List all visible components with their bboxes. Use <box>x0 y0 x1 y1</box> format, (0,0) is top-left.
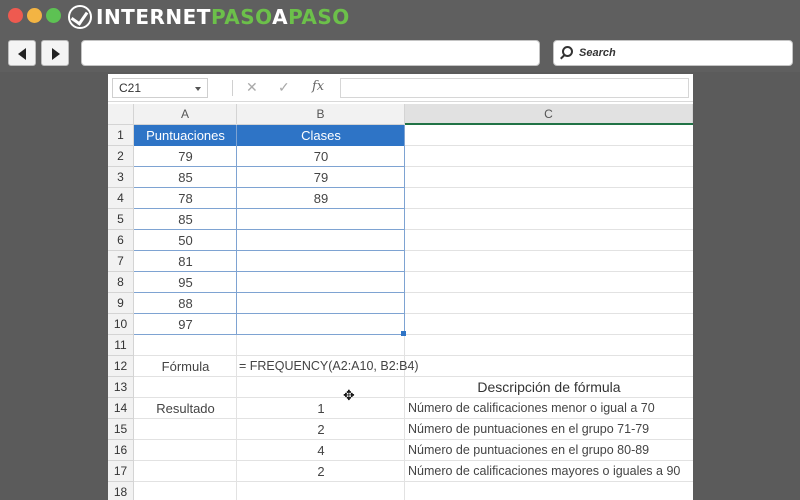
score-cell[interactable]: 95 <box>134 272 237 293</box>
table-border <box>134 334 405 335</box>
address-bar[interactable] <box>81 40 540 66</box>
table-border <box>134 271 405 272</box>
row-header-10[interactable]: 10 <box>108 314 134 335</box>
table-border <box>134 166 405 167</box>
row-header-2[interactable]: 2 <box>108 146 134 167</box>
row-header-12[interactable]: 12 <box>108 356 134 377</box>
table-header-puntuaciones[interactable]: Puntuaciones <box>134 125 237 146</box>
window-titlebar: INTERNETPASOAPASO <box>0 0 800 34</box>
search-placeholder: Search <box>579 47 616 59</box>
score-cell[interactable]: 85 <box>134 167 237 188</box>
result-label-cell[interactable]: Resultado <box>134 398 237 419</box>
spreadsheet: C21 ✕ ✓ fx A B C 1 2 3 4 5 6 7 8 9 10 11 12 13 14 15 16 17 1… <box>108 74 693 500</box>
minimize-window-button[interactable] <box>27 8 42 23</box>
select-all-corner[interactable] <box>108 104 134 125</box>
score-cell[interactable]: 85 <box>134 209 237 230</box>
score-cell[interactable]: 78 <box>134 188 237 209</box>
formula-bar-divider <box>232 80 233 96</box>
description-header-cell[interactable]: Descripción de fórmula <box>405 377 693 398</box>
row-header-18[interactable]: 18 <box>108 482 134 500</box>
score-cell[interactable]: 79 <box>134 146 237 167</box>
formula-text-cell[interactable]: = FREQUENCY(A2:A10, B2:B4) <box>239 356 419 377</box>
enter-icon[interactable]: ✓ <box>278 79 290 96</box>
row-header-11[interactable]: 11 <box>108 335 134 356</box>
site-logo: INTERNETPASOAPASO <box>68 3 350 31</box>
column-header-c[interactable]: C <box>405 104 693 125</box>
insert-function-icon[interactable]: fx <box>312 79 324 94</box>
table-border <box>134 208 405 209</box>
row-header-17[interactable]: 17 <box>108 461 134 482</box>
row-header-1[interactable]: 1 <box>108 125 134 146</box>
logo-wordmark: INTERNETPASOAPASO <box>96 5 350 29</box>
row-header-15[interactable]: 15 <box>108 419 134 440</box>
table-border <box>134 187 405 188</box>
row-header-16[interactable]: 16 <box>108 440 134 461</box>
table-border <box>236 125 237 335</box>
row-header-6[interactable]: 6 <box>108 230 134 251</box>
score-cell[interactable]: 81 <box>134 251 237 272</box>
table-border <box>134 250 405 251</box>
column-header-b[interactable]: B <box>237 104 405 125</box>
table-border <box>134 229 405 230</box>
row-header-3[interactable]: 3 <box>108 167 134 188</box>
result-value-cell[interactable]: 1 <box>237 398 405 419</box>
chevron-down-icon[interactable] <box>195 87 201 91</box>
row-header-14[interactable]: 14 <box>108 398 134 419</box>
cancel-icon[interactable]: ✕ <box>246 79 258 96</box>
table-header-clases[interactable]: Clases <box>237 125 405 146</box>
row-header-9[interactable]: 9 <box>108 293 134 314</box>
arrow-left-icon <box>18 48 26 60</box>
forward-button[interactable] <box>41 40 69 66</box>
row-header-13[interactable]: 13 <box>108 377 134 398</box>
result-value-cell[interactable]: 2 <box>237 461 405 482</box>
search-icon <box>562 46 573 57</box>
score-cell[interactable]: 88 <box>134 293 237 314</box>
class-cell[interactable]: 79 <box>237 167 405 188</box>
result-description-cell[interactable]: Número de calificaciones mayores o igual… <box>408 461 693 482</box>
table-border <box>134 292 405 293</box>
checkmark-logo-icon <box>68 5 92 29</box>
row-header-4[interactable]: 4 <box>108 188 134 209</box>
table-border <box>134 313 405 314</box>
class-cell[interactable]: 89 <box>237 188 405 209</box>
search-box[interactable]: Search <box>553 40 793 66</box>
result-description-cell[interactable]: Número de puntuaciones en el grupo 71-79 <box>408 419 693 440</box>
class-cell[interactable]: 70 <box>237 146 405 167</box>
row-header-5[interactable]: 5 <box>108 209 134 230</box>
table-resize-handle[interactable] <box>401 331 406 336</box>
table-border <box>404 125 405 335</box>
name-box[interactable]: C21 <box>112 78 208 98</box>
result-value-cell[interactable]: 2 <box>237 419 405 440</box>
close-window-button[interactable] <box>8 8 23 23</box>
score-cell[interactable]: 50 <box>134 230 237 251</box>
column-header-a[interactable]: A <box>134 104 237 125</box>
formula-bar: C21 ✕ ✓ fx <box>108 74 693 102</box>
back-button[interactable] <box>8 40 36 66</box>
row-header-7[interactable]: 7 <box>108 251 134 272</box>
cursor-icon: ✥ <box>343 387 355 403</box>
arrow-right-icon <box>52 48 60 60</box>
result-value-cell[interactable]: 4 <box>237 440 405 461</box>
maximize-window-button[interactable] <box>46 8 61 23</box>
formula-label-cell[interactable]: Fórmula <box>134 356 237 377</box>
score-cell[interactable]: 97 <box>134 314 237 335</box>
result-description-cell[interactable]: Número de puntuaciones en el grupo 80-89 <box>408 440 693 461</box>
result-description-cell[interactable]: Número de calificaciones menor o igual a… <box>408 398 693 419</box>
browser-toolbar: Search <box>0 34 800 72</box>
active-column-indicator <box>405 123 693 125</box>
row-header-8[interactable]: 8 <box>108 272 134 293</box>
formula-input[interactable] <box>340 78 689 98</box>
